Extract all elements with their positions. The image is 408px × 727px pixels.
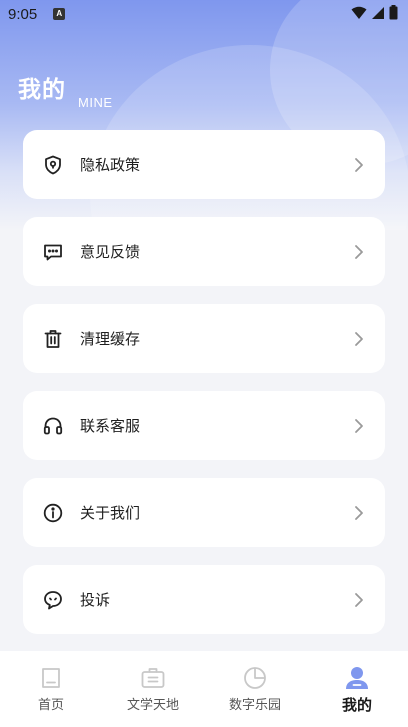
menu-item-contact-support[interactable]: 联系客服	[23, 391, 385, 460]
home-icon	[38, 665, 64, 691]
wifi-icon	[351, 5, 367, 24]
briefcase-icon	[140, 665, 166, 691]
signal-icon	[371, 5, 385, 24]
tab-home[interactable]: 首页	[0, 651, 102, 727]
status-bar: 9:05 A	[0, 0, 408, 28]
tab-digital-park[interactable]: 数字乐园	[204, 651, 306, 727]
chevron-right-icon	[353, 418, 365, 434]
chevron-right-icon	[353, 592, 365, 608]
info-icon	[42, 502, 64, 524]
tab-label: 我的	[341, 696, 372, 714]
page-header: 我的 MINE	[18, 70, 113, 110]
menu-item-label: 投诉	[80, 591, 111, 609]
chevron-right-icon	[353, 157, 365, 173]
menu-item-privacy-policy[interactable]: 隐私政策	[23, 130, 385, 199]
menu-item-clear-cache[interactable]: 清理缓存	[23, 304, 385, 373]
tab-label: 数字乐园	[228, 698, 281, 713]
menu-item-feedback[interactable]: 意见反馈	[23, 217, 385, 286]
page-subtitle: MINE	[78, 95, 113, 110]
notification-badge: A	[53, 8, 66, 20]
tab-label: 首页	[37, 698, 64, 713]
tab-mine[interactable]: 我的	[306, 651, 408, 727]
pie-chart-icon	[242, 665, 268, 691]
privacy-shield-icon	[42, 154, 64, 176]
trash-icon	[42, 328, 64, 350]
chevron-right-icon	[353, 331, 365, 347]
menu-item-about-us[interactable]: 关于我们	[23, 478, 385, 547]
menu-item-label: 清理缓存	[80, 330, 141, 348]
chevron-right-icon	[353, 505, 365, 521]
menu-item-label: 隐私政策	[80, 156, 141, 174]
menu-item-label: 联系客服	[80, 417, 141, 435]
headset-icon	[42, 415, 64, 437]
tab-label: 文学天地	[126, 698, 179, 713]
menu-item-complaint[interactable]: 投诉	[23, 565, 385, 634]
chevron-right-icon	[353, 244, 365, 260]
page-title: 我的	[18, 77, 66, 103]
tab-literature[interactable]: 文学天地	[102, 651, 204, 727]
user-icon	[344, 665, 370, 691]
feedback-chat-icon	[42, 241, 64, 263]
status-time: 9:05	[8, 5, 38, 23]
menu-item-label: 关于我们	[80, 504, 141, 522]
menu-list: 隐私政策 意见反馈 清理缓存 联系客服 关于我们 投诉	[23, 130, 385, 652]
battery-icon	[389, 4, 398, 24]
menu-item-label: 意见反馈	[80, 243, 141, 261]
complaint-chat-icon	[42, 589, 64, 611]
bottom-tab-bar: 首页 文学天地 数字乐园 我的	[0, 651, 408, 727]
